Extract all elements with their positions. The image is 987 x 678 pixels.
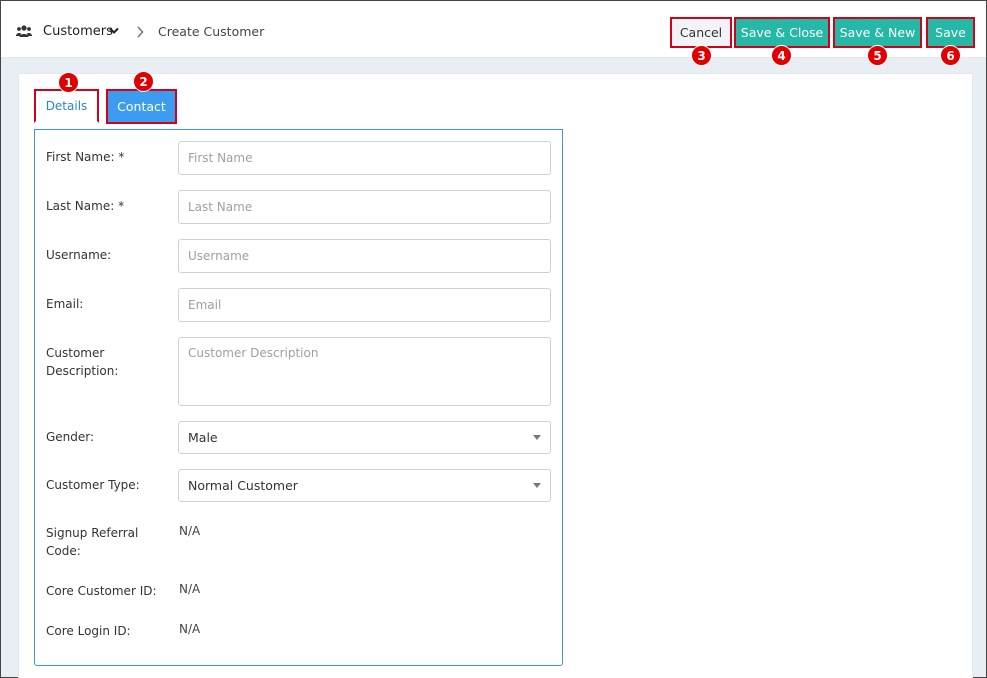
core-login-id-value: N/A — [179, 622, 201, 636]
cancel-button[interactable]: Cancel — [670, 17, 732, 48]
save-close-button[interactable]: Save & Close — [734, 17, 830, 48]
core-customer-id-value: N/A — [179, 582, 201, 596]
customer-type-select[interactable]: Normal Customer — [178, 469, 551, 502]
annotation-marker-3: 3 — [691, 45, 712, 66]
description-label-line1: Customer — [46, 346, 105, 360]
customer-type-label: Customer Type: — [46, 478, 140, 492]
last-name-label: Last Name: * — [46, 199, 125, 213]
email-label: Email: — [46, 297, 84, 311]
last-name-field[interactable] — [178, 190, 551, 224]
gender-label: Gender: — [46, 430, 95, 444]
breadcrumb-customers[interactable]: Customers — [43, 24, 113, 39]
chevron-down-icon[interactable] — [109, 27, 119, 35]
customer-type-value: Normal Customer — [188, 478, 298, 493]
username-field[interactable] — [178, 239, 551, 273]
annotation-marker-6: 6 — [940, 45, 961, 66]
caret-down-icon — [533, 483, 541, 488]
gender-select[interactable]: Male — [178, 421, 551, 454]
top-toolbar: Customers Create Customer Cancel Save & … — [1, 1, 986, 58]
annotation-marker-1: 1 — [58, 72, 79, 93]
annotation-marker-2: 2 — [133, 71, 154, 92]
breadcrumb-current: Create Customer — [158, 24, 265, 39]
signup-referral-label-line2: Code: — [46, 544, 81, 558]
chevron-right-icon — [137, 26, 144, 38]
first-name-label: First Name: * — [46, 150, 125, 164]
signup-referral-value: N/A — [179, 524, 201, 538]
core-customer-id-label: Core Customer ID: — [46, 584, 157, 598]
gender-value: Male — [188, 430, 218, 445]
caret-down-icon — [533, 435, 541, 440]
core-login-id-label: Core Login ID: — [46, 624, 131, 638]
first-name-field[interactable] — [178, 141, 551, 175]
users-icon — [16, 25, 32, 37]
description-label-line2: Description: — [46, 364, 119, 378]
signup-referral-label-line1: Signup Referral — [46, 526, 139, 540]
tab-details[interactable]: Details — [34, 89, 99, 123]
email-field[interactable] — [178, 288, 551, 322]
annotation-marker-4: 4 — [771, 45, 792, 66]
save-new-button[interactable]: Save & New — [833, 17, 922, 48]
username-label: Username: — [46, 248, 112, 262]
description-field[interactable] — [178, 337, 551, 406]
annotation-marker-5: 5 — [867, 45, 888, 66]
save-button[interactable]: Save — [926, 17, 975, 48]
tab-contact[interactable]: Contact — [106, 89, 177, 124]
